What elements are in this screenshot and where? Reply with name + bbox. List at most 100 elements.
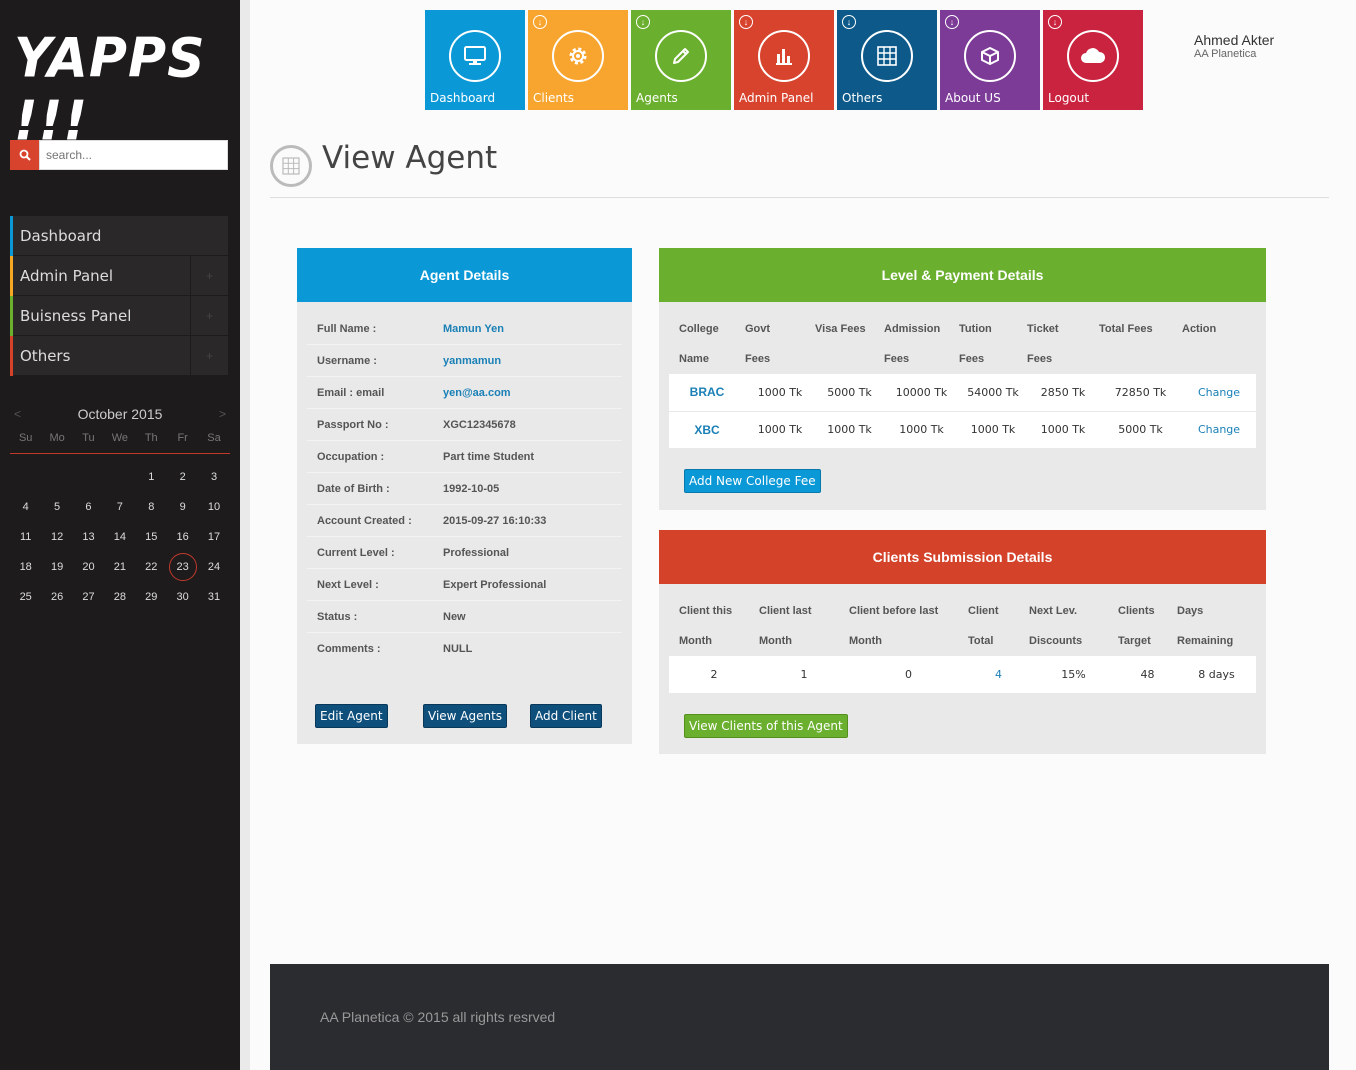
calendar-day[interactable]: 7 <box>104 492 135 522</box>
header-line: Admission <box>884 323 941 335</box>
header-line: Fees <box>1027 353 1053 365</box>
calendar-day[interactable]: 11 <box>10 522 41 552</box>
sidebar-item-others[interactable]: Others + <box>10 335 228 376</box>
sidebar-item-buisness-panel[interactable]: Buisness Panel + <box>10 295 228 336</box>
tile-admin-panel[interactable]: ↓ Admin Panel <box>734 10 834 110</box>
sidebar-item-admin-panel[interactable]: Admin Panel + <box>10 255 228 296</box>
app-logo[interactable]: YAPPS !!! <box>14 27 240 153</box>
change-link[interactable]: Change <box>1182 374 1256 412</box>
expand-icon[interactable]: + <box>190 296 228 336</box>
calendar-day[interactable]: 1 <box>136 462 167 492</box>
college-link[interactable]: XBC <box>669 411 745 449</box>
tile-logout[interactable]: ↓ Logout <box>1043 10 1143 110</box>
user-org: AA Planetica <box>1194 48 1257 60</box>
user-info[interactable]: Ahmed Akter AA Planetica <box>1194 32 1274 60</box>
add-client-button[interactable]: Add Client <box>530 704 602 728</box>
detail-key: Comments : <box>317 643 381 655</box>
detail-row: Date of Birth : 1992-10-05 <box>307 473 622 505</box>
chevron-right-icon[interactable]: > <box>219 407 226 421</box>
expand-icon[interactable]: + <box>190 336 228 376</box>
detail-key: Date of Birth : <box>317 482 390 495</box>
tile-clients[interactable]: ↓ Clients <box>528 10 628 110</box>
chevron-left-icon[interactable]: < <box>14 407 21 421</box>
calendar-day[interactable]: 2 <box>167 462 198 492</box>
calendar-day[interactable]: 25 <box>10 582 41 612</box>
calendar-day[interactable]: 27 <box>73 582 104 612</box>
calendar-day[interactable]: 24 <box>198 552 229 582</box>
detail-value[interactable]: Mamun Yen <box>443 323 504 335</box>
calendar-day[interactable]: 6 <box>73 492 104 522</box>
sidebar-item-label: Others <box>20 346 71 365</box>
calendar-day[interactable]: 9 <box>167 492 198 522</box>
tile-agents[interactable]: ↓ Agents <box>631 10 731 110</box>
footer: AA Planetica © 2015 all rights resrved <box>270 964 1329 1070</box>
edit-agent-button[interactable]: Edit Agent <box>315 704 388 728</box>
table-cell: 0 <box>849 656 968 694</box>
calendar-day-number: 25 <box>19 591 32 603</box>
table-cell: 15% <box>1029 656 1118 694</box>
calendar-day[interactable]: 29 <box>136 582 167 612</box>
calendar-day[interactable]: 26 <box>41 582 72 612</box>
table-cell: 5000 Tk <box>1099 411 1182 449</box>
calendar-day[interactable]: 10 <box>198 492 229 522</box>
column-header: Tution Fees <box>959 302 1027 374</box>
header-line: Target <box>1118 635 1151 647</box>
clients-submission-panel: Clients Submission Details Client this Mo… <box>659 530 1266 754</box>
calendar-day[interactable]: 22 <box>136 552 167 582</box>
clients-table: Client this Month Client last Month Client b… <box>669 584 1256 694</box>
view-agents-button[interactable]: View Agents <box>423 704 508 728</box>
gear-icon <box>552 30 604 82</box>
detail-value: 1992-10-05 <box>443 482 500 495</box>
detail-value[interactable]: yen@aa.com <box>443 387 511 399</box>
calendar-day[interactable]: 31 <box>198 582 229 612</box>
calendar-day[interactable]: 18 <box>10 552 41 582</box>
calendar-day[interactable]: 19 <box>41 552 72 582</box>
change-link[interactable]: Change <box>1182 411 1256 449</box>
calendar-day[interactable]: 21 <box>104 552 135 582</box>
calendar-day-number: 17 <box>207 531 221 543</box>
tile-about-us[interactable]: ↓ About US <box>940 10 1040 110</box>
level-payment-panel: Level & Payment Details College Name Govt F… <box>659 248 1266 510</box>
calendar-day[interactable]: 12 <box>41 522 72 552</box>
calendar-day[interactable]: 3 <box>198 462 229 492</box>
calendar-day[interactable]: 23 <box>167 552 198 582</box>
weekday-label: Su <box>18 432 33 444</box>
search-box <box>10 140 228 170</box>
table-cell: 48 <box>1118 656 1177 694</box>
calendar-day[interactable]: 4 <box>10 492 41 522</box>
pencil-icon <box>655 30 707 82</box>
detail-row: Account Created : 2015-09-27 16:10:33 <box>307 505 622 537</box>
calendar-day[interactable]: 8 <box>136 492 167 522</box>
calendar-day[interactable]: 14 <box>104 522 135 552</box>
detail-value[interactable]: yanmamun <box>443 355 501 367</box>
calendar-day[interactable]: 28 <box>104 582 135 612</box>
calendar-day[interactable]: 17 <box>198 522 229 552</box>
calendar-day-number: 26 <box>50 591 64 603</box>
calendar-day-number: 22 <box>145 561 158 573</box>
expand-icon[interactable]: + <box>190 256 228 296</box>
column-header: Total Fees <box>1099 302 1182 374</box>
client-total-link[interactable]: 4 <box>968 656 1029 694</box>
weekday-label: Th <box>144 432 158 444</box>
view-clients-button[interactable]: View Clients of this Agent <box>684 714 848 738</box>
calendar-day[interactable]: 15 <box>136 522 167 552</box>
detail-row: Status : New <box>307 601 622 633</box>
sidebar-item-dashboard[interactable]: Dashboard <box>10 215 228 256</box>
college-link[interactable]: BRAC <box>669 374 745 412</box>
search-input[interactable] <box>39 140 228 170</box>
calendar-day[interactable]: 20 <box>73 552 104 582</box>
calendar-day[interactable]: 13 <box>73 522 104 552</box>
add-college-fee-button[interactable]: Add New College Fee <box>684 469 821 493</box>
table-cell: 1000 Tk <box>1027 411 1099 449</box>
agent-actions: Edit Agent View Agents Add Client <box>315 704 615 728</box>
calendar-day[interactable]: 16 <box>167 522 198 552</box>
header-line: Action <box>1182 323 1217 335</box>
tile-dashboard[interactable]: Dashboard <box>425 10 525 110</box>
tile-others[interactable]: ↓ Others <box>837 10 937 110</box>
page-title: View Agent <box>322 140 498 176</box>
search-icon[interactable] <box>10 140 39 170</box>
calendar-day[interactable]: 5 <box>41 492 72 522</box>
calendar-day[interactable]: 30 <box>167 582 198 612</box>
panel-heading: Agent Details <box>297 248 632 302</box>
calendar-day-number: 13 <box>82 531 95 543</box>
